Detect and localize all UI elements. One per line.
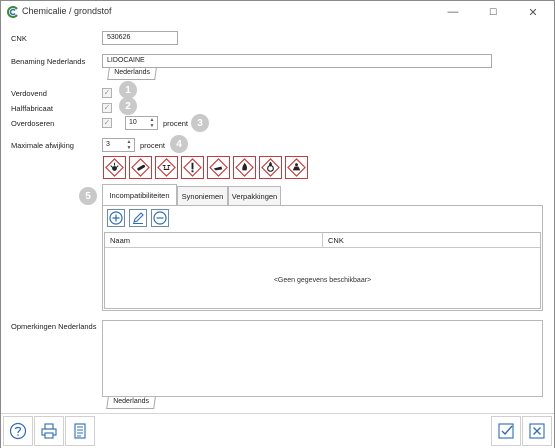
close-window-button[interactable]: ✕ — [513, 1, 553, 23]
incompatibilities-table: Naam CNK <Geen gegevens beschikbaar> — [104, 232, 541, 309]
cnk-label: CNK — [11, 34, 27, 43]
gas-cylinder-icon[interactable] — [129, 156, 152, 179]
halffabricaat-checkbox[interactable]: ✓ — [102, 103, 112, 113]
overdoseren-unit: procent — [163, 119, 189, 128]
maximize-icon: ☐ — [488, 6, 498, 17]
footer-toolbar — [1, 413, 554, 448]
column-header-cnk[interactable]: CNK — [323, 233, 540, 248]
corrosive-icon[interactable] — [155, 156, 178, 179]
cancel-icon — [529, 423, 545, 439]
badge-3: 3 — [191, 114, 209, 132]
spinner-arrows-icon[interactable]: ▲ ▼ — [148, 117, 156, 129]
overdoseren-label: Overdoseren — [11, 119, 55, 128]
minimize-button[interactable]: — — [433, 1, 473, 23]
checkmark-icon — [498, 423, 514, 439]
help-icon — [9, 422, 27, 440]
cnk-input[interactable]: 530626 — [102, 31, 178, 45]
document-list-icon — [74, 423, 86, 439]
minus-circle-icon — [153, 211, 167, 225]
empty-table-message: <Geen gegevens beschikbaar> — [273, 277, 372, 284]
badge-5: 5 — [79, 187, 97, 205]
minimize-icon: — — [447, 6, 459, 18]
health-hazard-icon[interactable] — [207, 156, 230, 179]
report-button[interactable] — [65, 416, 95, 446]
name-input[interactable]: LIDOCAINE — [102, 54, 492, 68]
remarks-language-tab[interactable]: Nederlands — [106, 397, 156, 409]
plus-circle-icon — [109, 211, 123, 225]
pencil-icon — [133, 212, 144, 224]
print-button[interactable] — [34, 416, 64, 446]
afwijking-spinner[interactable]: 3 ▲ ▼ — [102, 138, 135, 152]
tab-verpakkingen[interactable]: Verpakkingen — [228, 186, 281, 206]
dialog-window: Chemicalie / grondstof — ☐ ✕ CNK 530626 … — [0, 0, 555, 448]
column-header-naam[interactable]: Naam — [105, 233, 323, 248]
remove-button[interactable] — [151, 209, 169, 227]
halffabricaat-label: Halffabricaat — [11, 104, 53, 113]
tab-incompatibiliteiten[interactable]: Incompatibiliteiten — [102, 184, 177, 206]
name-label: Benaming Nederlands — [11, 57, 86, 66]
explosive-icon[interactable] — [103, 156, 126, 179]
title-bar: Chemicalie / grondstof — ☐ ✕ — [1, 1, 554, 23]
overdoseren-checkbox[interactable]: ✓ — [102, 118, 112, 128]
overdoseren-spinner[interactable]: 10 ▲ ▼ — [125, 116, 158, 130]
oxidizer-icon[interactable] — [259, 156, 282, 179]
badge-4: 4 — [170, 135, 188, 153]
flame-icon[interactable] — [233, 156, 256, 179]
close-icon: ✕ — [528, 6, 538, 19]
verdovend-checkbox[interactable]: ✓ — [102, 88, 112, 98]
exclamation-icon[interactable] — [181, 156, 204, 179]
add-button[interactable] — [107, 209, 125, 227]
help-button[interactable] — [3, 416, 33, 446]
cancel-button[interactable] — [522, 416, 552, 446]
name-language-tab[interactable]: Nederlands — [107, 68, 157, 80]
edit-button[interactable] — [129, 209, 147, 227]
badge-2: 2 — [119, 97, 137, 115]
remarks-textarea[interactable] — [102, 320, 543, 397]
spinner-arrows-icon[interactable]: ▲ ▼ — [125, 139, 133, 151]
afwijking-unit: procent — [140, 141, 166, 150]
maximize-button[interactable]: ☐ — [473, 1, 513, 23]
remarks-label: Opmerkingen Nederlands — [11, 322, 97, 331]
printer-icon — [41, 423, 57, 439]
environment-icon[interactable] — [285, 156, 308, 179]
confirm-button[interactable] — [491, 416, 521, 446]
afwijking-label: Maximale afwijking — [11, 141, 74, 150]
verdovend-label: Verdovend — [11, 89, 47, 98]
window-title: Chemicalie / grondstof — [22, 6, 112, 16]
tab-synoniemen[interactable]: Synoniemen — [177, 186, 228, 206]
app-logo-icon — [7, 6, 18, 18]
